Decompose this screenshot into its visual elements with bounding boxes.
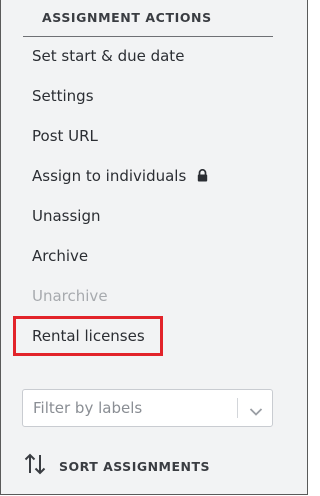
sort-assignments-button[interactable]: SORT ASSIGNMENTS	[23, 452, 210, 480]
menu-item-archive[interactable]: Archive	[32, 247, 88, 265]
filter-by-labels-select[interactable]	[22, 389, 273, 427]
menu-item-post-url[interactable]: Post URL	[32, 127, 98, 145]
chevron-down-icon[interactable]	[249, 402, 263, 421]
filter-separator	[237, 398, 238, 418]
menu-item-unassign[interactable]: Unassign	[32, 207, 101, 225]
section-title: ASSIGNMENT ACTIONS	[42, 10, 212, 25]
menu-item-set-start-due-date[interactable]: Set start & due date	[32, 47, 184, 65]
sort-assignments-label: SORT ASSIGNMENTS	[59, 458, 211, 474]
menu-item-assign-to-individuals[interactable]: Assign to individuals	[32, 167, 208, 186]
lock-icon	[197, 168, 208, 186]
assignment-actions-panel: ASSIGNMENT ACTIONS Set start & due date …	[0, 0, 308, 495]
menu-item-rental-licenses[interactable]: Rental licenses	[32, 327, 145, 345]
sort-arrows-icon	[23, 452, 47, 480]
section-divider	[23, 36, 273, 37]
menu-item-settings[interactable]: Settings	[32, 87, 94, 105]
filter-input[interactable]	[33, 398, 233, 418]
assign-to-individuals-label: Assign to individuals	[32, 167, 187, 185]
menu-item-unarchive: Unarchive	[32, 287, 108, 305]
